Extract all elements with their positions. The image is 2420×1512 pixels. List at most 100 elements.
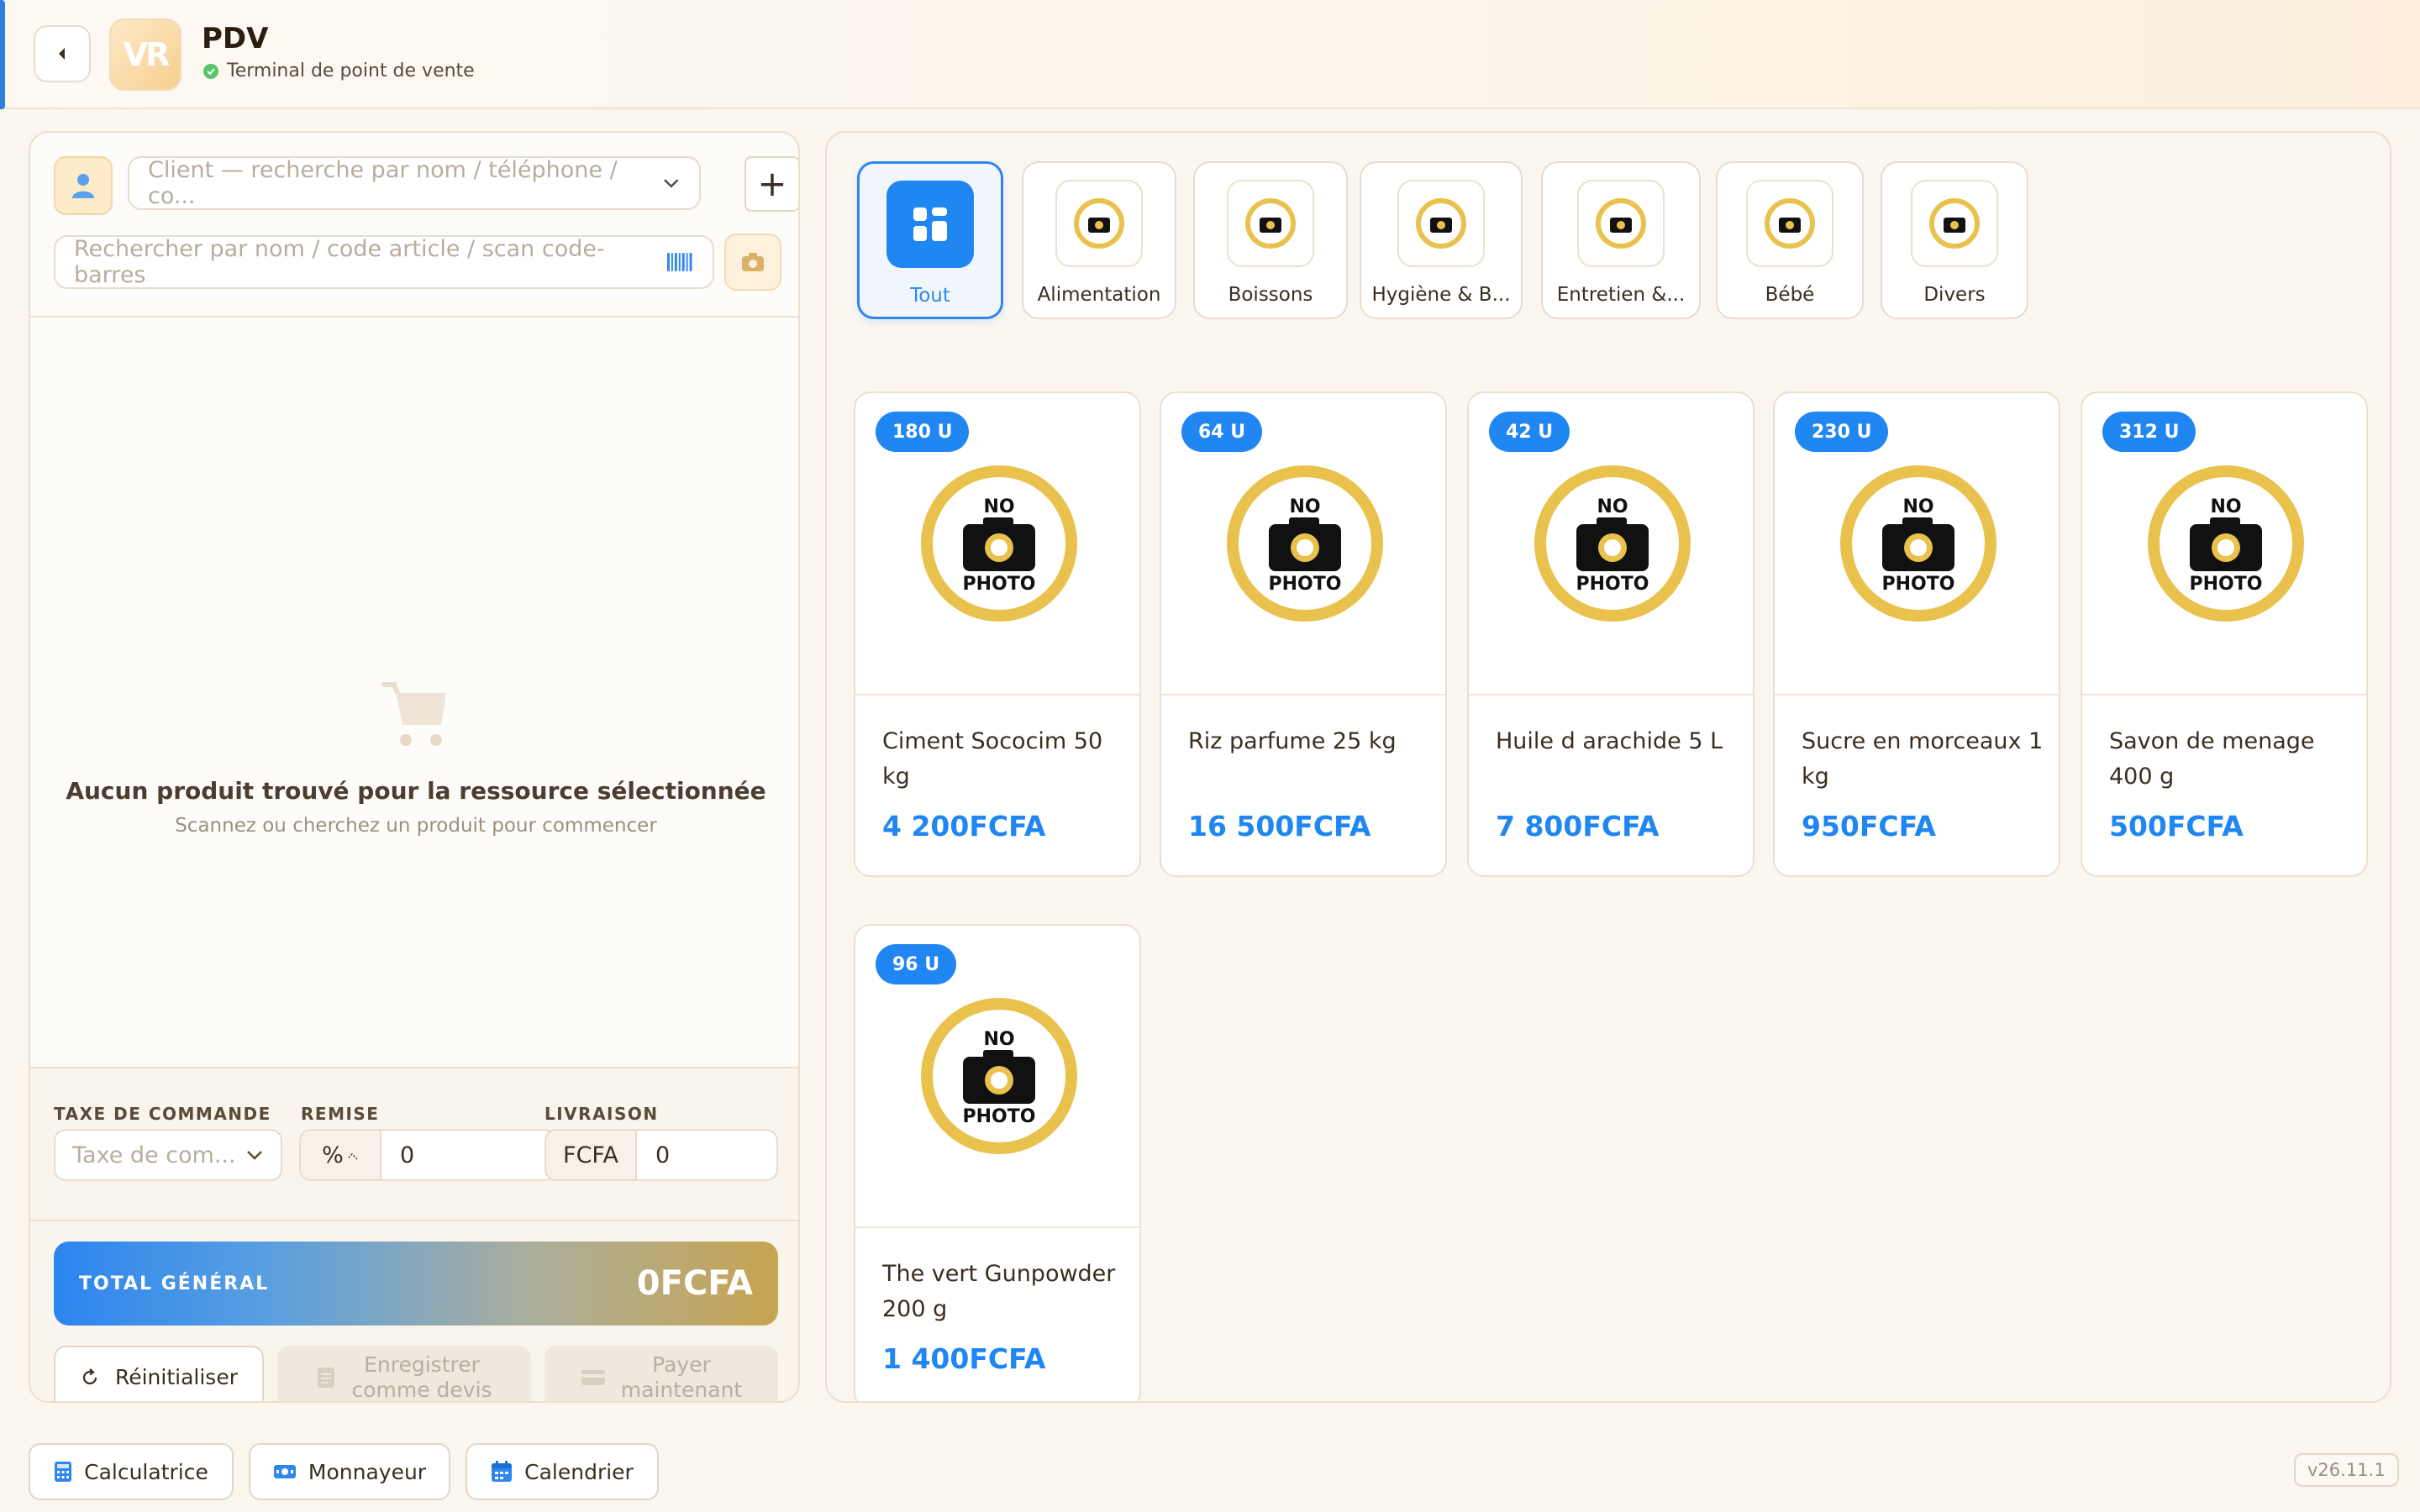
client-avatar-button[interactable] [54, 156, 113, 215]
stock-badge: 64 U [1181, 412, 1263, 452]
pay-now-button[interactable]: Payer maintenant [544, 1346, 778, 1402]
no-photo-icon [1055, 180, 1143, 267]
category-divers[interactable]: Divers [1881, 161, 2028, 319]
reset-label: Réinitialiser [114, 1365, 238, 1389]
product-card[interactable]: NO PHOTO 64 U Riz parfume 25 kg 16 500FC… [1160, 391, 1447, 877]
product-search-input[interactable]: Rechercher par nom / code article / scan… [54, 235, 714, 289]
no-photo-icon [1911, 180, 1998, 267]
category-alimentation[interactable]: Alimentation [1022, 161, 1176, 319]
svg-text:PHOTO: PHOTO [1882, 574, 1955, 595]
camera-scan-button[interactable] [724, 234, 781, 291]
product-card[interactable]: NO PHOTO 180 U Ciment Sococim 50 kg 4 20… [854, 391, 1141, 877]
swap-icon [348, 1152, 358, 1160]
svg-text:PHOTO: PHOTO [963, 574, 1036, 595]
svg-text:NO: NO [983, 1029, 1014, 1050]
client-placeholder: Client — recherche par nom / téléphone /… [148, 157, 618, 209]
header-accent [0, 0, 5, 109]
calendar-icon [492, 1461, 513, 1482]
calendar-label: Calendrier [524, 1459, 634, 1484]
cash-label: Monnayeur [308, 1459, 427, 1484]
camera-icon [742, 253, 764, 271]
grand-total-bar: TOTAL GÉNÉRAL 0FCFA [54, 1242, 778, 1326]
save-quote-button[interactable]: Enregistrer comme devis [277, 1346, 531, 1401]
category-boissons[interactable]: Boissons [1193, 161, 1348, 319]
status-online-icon [203, 63, 218, 79]
delivery-currency: FCFA [544, 1129, 637, 1181]
calculator-button[interactable]: Calculatrice [29, 1443, 234, 1500]
product-card[interactable]: NO PHOTO 96 U The vert Gunpowder 200 g 1… [854, 924, 1141, 1401]
category-bebe[interactable]: Bébé [1716, 161, 1864, 319]
pay-label: Payer maintenant [620, 1352, 743, 1402]
calendar-button[interactable]: Calendrier [466, 1443, 659, 1500]
category-hygiene[interactable]: Hygiène & B... [1360, 161, 1523, 319]
version-badge: v26.11.1 [2294, 1453, 2399, 1487]
product-price: 1 400FCFA [882, 1342, 1046, 1375]
bottom-toolbar: Calculatrice Monnayeur Calendrier v26.11… [0, 1428, 2420, 1512]
category-all[interactable]: Tout [857, 161, 1003, 319]
tax-placeholder: Taxe de com... [72, 1142, 236, 1168]
pay-label-line-2: maintenant [620, 1378, 743, 1402]
product-name: Riz parfume 25 kg [1188, 728, 1397, 754]
product-price: 7 800FCFA [1496, 810, 1660, 843]
total-label: TOTAL GÉNÉRAL [79, 1273, 270, 1294]
discount-type-toggle[interactable]: % [299, 1129, 381, 1181]
product-price: 500FCFA [2109, 810, 2244, 843]
svg-text:PHOTO: PHOTO [2190, 574, 2263, 595]
discount-input[interactable]: 0 [381, 1129, 556, 1181]
total-value: 0FCFA [636, 1264, 753, 1303]
delivery-input[interactable]: 0 [637, 1129, 778, 1181]
stock-badge: 180 U [876, 412, 970, 452]
page-title: PDV [202, 22, 269, 55]
product-price: 950FCFA [1802, 810, 1936, 843]
page-subtitle: Terminal de point de vente [203, 60, 475, 81]
calculator-icon [55, 1462, 72, 1482]
product-card[interactable]: NO PHOTO 42 U Huile d arachide 5 L 7 800… [1467, 391, 1754, 877]
svg-text:NO: NO [1902, 496, 1933, 517]
svg-text:NO: NO [1597, 496, 1628, 517]
svg-text:NO: NO [983, 496, 1014, 517]
product-name: Sucre en morceaux 1 kg [1802, 728, 2044, 790]
save-label-line-1: Enregistrer [364, 1352, 480, 1377]
client-search-select[interactable]: Client — recherche par nom / téléphone /… [128, 156, 701, 210]
product-card[interactable]: NO PHOTO 312 U Savon de menage 400 g 500… [2081, 391, 2368, 877]
svg-text:PHOTO: PHOTO [963, 1106, 1036, 1127]
svg-text:NO: NO [2210, 496, 2241, 517]
no-photo-icon [1397, 180, 1485, 267]
no-photo-icon [1577, 180, 1665, 267]
stock-badge: 42 U [1489, 412, 1570, 452]
category-label: Hygiène & B... [1371, 284, 1511, 306]
save-label: Enregistrer comme devis [351, 1352, 492, 1401]
grid-icon [886, 181, 974, 268]
search-placeholder: Rechercher par nom / code article / scan… [74, 236, 605, 288]
divider [30, 1220, 798, 1221]
no-photo-icon: NO PHOTO [1840, 465, 1996, 622]
cart-panel: Client — recherche par nom / téléphone /… [29, 131, 800, 1403]
refresh-icon [82, 1368, 97, 1385]
category-label: Bébé [1765, 284, 1815, 306]
tax-select[interactable]: Taxe de com... [54, 1129, 282, 1181]
back-button[interactable] [34, 25, 91, 82]
product-name: Savon de menage 400 g [2109, 728, 2315, 790]
product-name: Ciment Sococim 50 kg [882, 728, 1103, 790]
category-label: Divers [1923, 284, 1986, 306]
chevron-down-icon [247, 1151, 262, 1160]
no-photo-icon [1746, 180, 1833, 267]
product-name: Huile d arachide 5 L [1496, 728, 1723, 754]
no-photo-icon: NO PHOTO [921, 465, 1077, 622]
product-name: The vert Gunpowder 200 g [882, 1261, 1116, 1322]
add-client-button[interactable]: + [744, 156, 798, 212]
reset-button[interactable]: Réinitialiser [54, 1346, 264, 1401]
empty-hint: Scannez ou cherchez un produit pour comm… [175, 814, 657, 837]
app-header: VR PDV Terminal de point de vente [0, 0, 2420, 109]
category-label: Tout [910, 285, 950, 307]
cash-button[interactable]: Monnayeur [249, 1443, 450, 1500]
chevron-left-icon [59, 48, 65, 60]
user-icon [72, 174, 94, 198]
barcode-icon [667, 253, 693, 271]
product-card[interactable]: NO PHOTO 230 U Sucre en morceaux 1 kg 95… [1773, 391, 2060, 877]
document-icon [318, 1368, 335, 1388]
category-label: Boissons [1228, 284, 1313, 306]
empty-message: Aucun produit trouvé pour la ressource s… [66, 776, 766, 805]
no-photo-icon: NO PHOTO [1534, 465, 1691, 622]
category-entretien[interactable]: Entretien &... [1541, 161, 1701, 319]
